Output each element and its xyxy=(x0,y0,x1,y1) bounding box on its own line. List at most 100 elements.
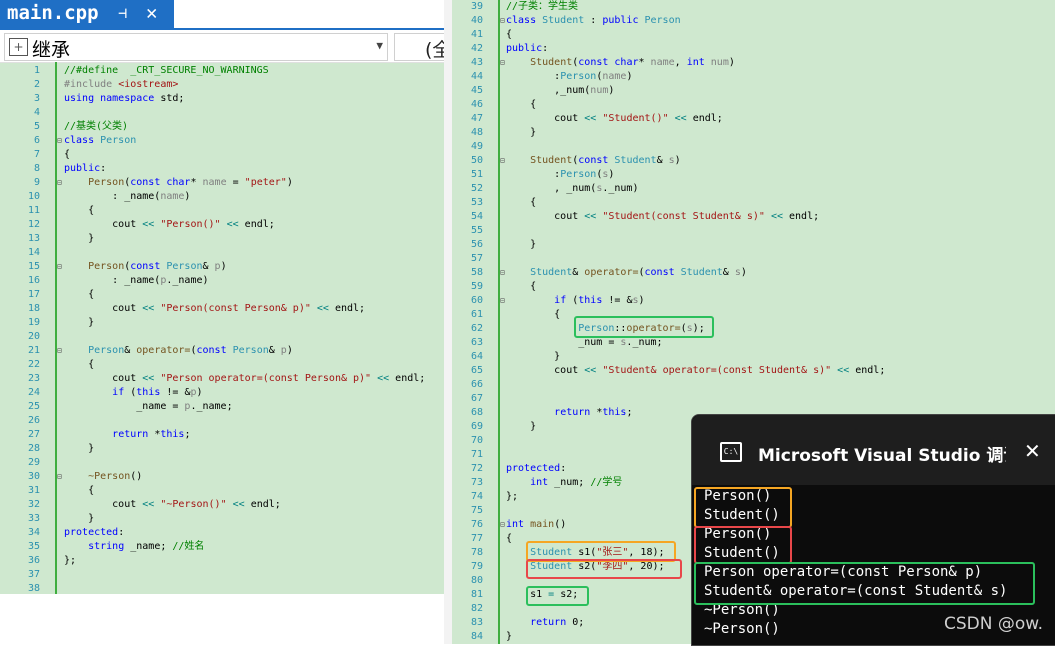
code-text: { xyxy=(506,28,512,42)
console-title-bar[interactable]: C:\ Microsoft Visual Studio 调试控制台 ✕ xyxy=(692,415,1055,485)
line-number: 61 xyxy=(470,309,483,320)
code-token: ) xyxy=(740,267,747,278)
code-token: ) xyxy=(608,169,615,180)
project-icon: + xyxy=(9,38,28,56)
code-line: 62 Person::operator=(s); xyxy=(452,322,1055,336)
code-token: if xyxy=(554,295,567,306)
scope-dropdown[interactable]: + 继承 ▼ xyxy=(4,33,388,61)
line-number: 52 xyxy=(470,183,483,194)
code-text: class Person xyxy=(64,134,136,148)
code-text: cout << "Person()" << endl; xyxy=(64,218,275,232)
line-number: 7 xyxy=(33,149,40,160)
line-number: 83 xyxy=(470,617,483,628)
code-token: cout xyxy=(64,303,143,314)
line-number: 2 xyxy=(33,79,40,90)
line-number: 84 xyxy=(470,631,483,642)
fold-toggle-icon[interactable]: ⊟ xyxy=(500,268,505,277)
global-scope-dropdown[interactable]: (全 xyxy=(394,33,444,61)
code-text: :Person(s) xyxy=(506,168,614,182)
code-token: { xyxy=(506,197,537,208)
code-line: 21 Person& operator=(const Person& p) xyxy=(0,344,444,358)
code-token: cout xyxy=(506,113,585,124)
code-token: () xyxy=(554,519,567,530)
line-number: 8 xyxy=(33,163,40,174)
line-number: 56 xyxy=(470,239,483,250)
code-token: << xyxy=(316,303,329,314)
close-icon[interactable]: ✕ xyxy=(146,2,157,24)
fold-toggle-icon[interactable]: ⊟ xyxy=(500,58,505,67)
code-text: , _num(s._num) xyxy=(506,182,638,196)
code-text: Student(const char* name, int num) xyxy=(506,56,735,70)
code-text: Person(const Person& p) xyxy=(64,260,227,274)
fold-toggle-icon[interactable]: ⊟ xyxy=(500,520,505,529)
code-token: << xyxy=(584,365,597,376)
fold-toggle-icon[interactable]: ⊟ xyxy=(57,136,62,145)
debug-console-window[interactable]: C:\ Microsoft Visual Studio 调试控制台 ✕ Pers… xyxy=(691,414,1055,646)
code-token: != & xyxy=(602,295,633,306)
code-token: Student xyxy=(614,155,657,166)
code-token: ( xyxy=(566,295,579,306)
code-line: 2 #include <iostream> xyxy=(0,78,444,92)
code-line: 55 xyxy=(452,224,1055,238)
code-token: cout xyxy=(64,373,143,384)
console-line: ~Person() xyxy=(704,621,780,637)
code-text: class Student : public Person xyxy=(506,14,681,28)
fold-toggle-icon[interactable]: ⊟ xyxy=(500,156,505,165)
code-token: Person xyxy=(88,345,125,356)
code-text: Student(const Student& s) xyxy=(506,154,681,168)
fold-toggle-icon[interactable]: ⊟ xyxy=(500,296,505,305)
code-token: ._name) xyxy=(166,275,209,286)
code-text: { xyxy=(506,98,536,112)
code-token: ) xyxy=(184,191,191,202)
code-token: int xyxy=(530,477,549,488)
line-number: 68 xyxy=(470,407,483,418)
code-text: } xyxy=(506,238,536,252)
code-line: 6 class Person xyxy=(0,134,444,148)
fold-toggle-icon[interactable]: ⊟ xyxy=(500,16,505,25)
chevron-down-icon[interactable]: ▼ xyxy=(376,39,383,52)
code-token: { xyxy=(64,485,95,496)
code-token: ) xyxy=(674,155,681,166)
fold-toggle-icon[interactable]: ⊟ xyxy=(57,178,62,187)
code-token: ) xyxy=(626,71,633,82)
code-text: } xyxy=(506,420,536,434)
code-token: protected xyxy=(506,463,561,474)
code-token: ,_num( xyxy=(506,85,591,96)
pane-splitter[interactable] xyxy=(444,0,452,644)
code-token: #include xyxy=(64,79,119,90)
watermark: CSDN @ow. xyxy=(944,614,1044,634)
code-line: 22 { xyxy=(0,358,444,372)
line-number: 5 xyxy=(33,121,40,132)
fold-toggle-icon[interactable]: ⊟ xyxy=(57,472,62,481)
code-text: #include <iostream> xyxy=(64,78,178,92)
fold-toggle-icon[interactable]: ⊟ xyxy=(57,346,62,355)
code-token: } xyxy=(506,127,537,138)
code-token: this xyxy=(136,387,161,398)
pin-icon[interactable]: ⊣ xyxy=(118,4,127,22)
code-text: string _name; //姓名 xyxy=(64,540,204,554)
code-token: "Student(const Student& s)" xyxy=(602,211,765,222)
code-text: if (this != &p) xyxy=(64,386,202,400)
tab-main-cpp[interactable]: main.cpp ⊣ ✕ xyxy=(0,0,174,28)
line-number: 81 xyxy=(470,589,483,600)
line-number: 82 xyxy=(470,603,483,614)
code-text: }; xyxy=(506,490,518,504)
close-icon[interactable]: ✕ xyxy=(1024,439,1041,463)
fold-toggle-icon[interactable]: ⊟ xyxy=(57,262,62,271)
line-number: 75 xyxy=(470,505,483,516)
code-line: 57 xyxy=(452,252,1055,266)
code-token: { xyxy=(506,309,561,320)
line-number: 62 xyxy=(470,323,483,334)
code-token: cout xyxy=(506,365,585,376)
code-token: endl; xyxy=(238,219,275,230)
code-line: 27 return *this; xyxy=(0,428,444,442)
code-line: 17 { xyxy=(0,288,444,302)
code-token: endl; xyxy=(328,303,366,314)
document-tab-bar: main.cpp ⊣ ✕ xyxy=(0,0,444,30)
code-token: Student xyxy=(530,267,573,278)
code-line: 50 Student(const Student& s) xyxy=(452,154,1055,168)
code-editor-left[interactable]: 1 //#define _CRT_SECURE_NO_WARNINGS 2 #incl… xyxy=(0,62,444,598)
